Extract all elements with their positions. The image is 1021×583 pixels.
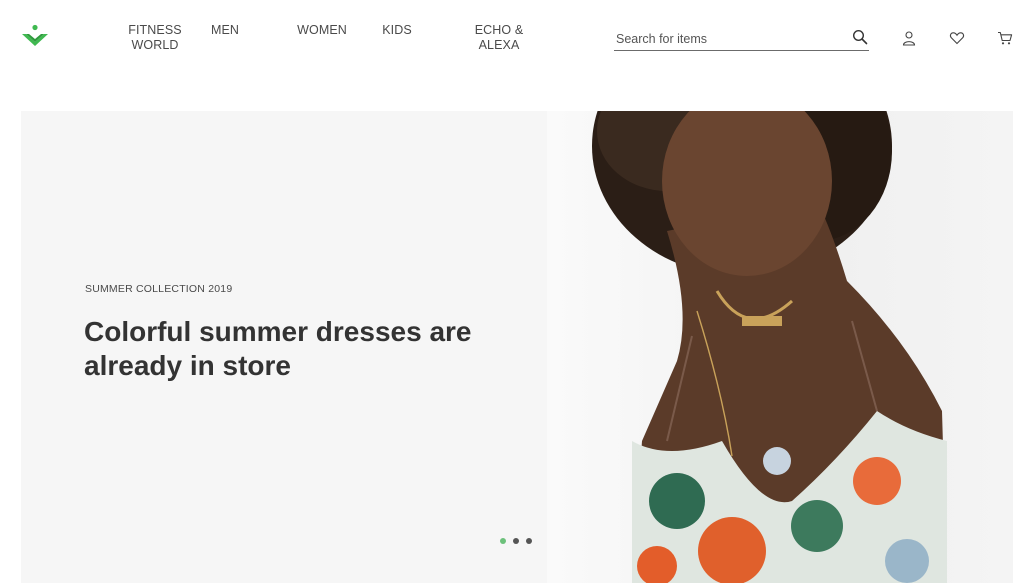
- hero-model-photo: [547, 111, 1013, 583]
- search-bar: [614, 26, 869, 51]
- chevron-logo-icon: [22, 24, 48, 46]
- account-icon[interactable]: [901, 30, 917, 46]
- cart-icon[interactable]: [997, 30, 1013, 46]
- carousel-dot-3[interactable]: [526, 538, 532, 544]
- hero-banner: SUMMER COLLECTION 2019 Colorful summer d…: [21, 111, 1013, 583]
- nav-men[interactable]: MEN: [205, 23, 245, 38]
- hero-eyebrow: SUMMER COLLECTION 2019: [85, 283, 233, 295]
- nav-kids[interactable]: KIDS: [376, 23, 418, 38]
- wishlist-heart-icon[interactable]: [949, 30, 965, 46]
- carousel-dot-1[interactable]: [500, 538, 506, 544]
- nav-fitness-world[interactable]: FITNESS WORLD: [124, 23, 186, 53]
- site-header: FITNESS WORLD MEN WOMEN KIDS ECHO & ALEX…: [0, 0, 1021, 110]
- model-illustration: [592, 111, 947, 583]
- search-icon[interactable]: [852, 29, 868, 45]
- nav-women[interactable]: WOMEN: [290, 23, 354, 38]
- hero-headline: Colorful summer dresses are already in s…: [84, 316, 472, 381]
- brand-logo[interactable]: [20, 24, 50, 50]
- carousel-dot-2[interactable]: [513, 538, 519, 544]
- search-input[interactable]: [616, 30, 841, 47]
- nav-echo-alexa[interactable]: ECHO & ALEXA: [468, 23, 530, 53]
- carousel-dots: [500, 538, 532, 544]
